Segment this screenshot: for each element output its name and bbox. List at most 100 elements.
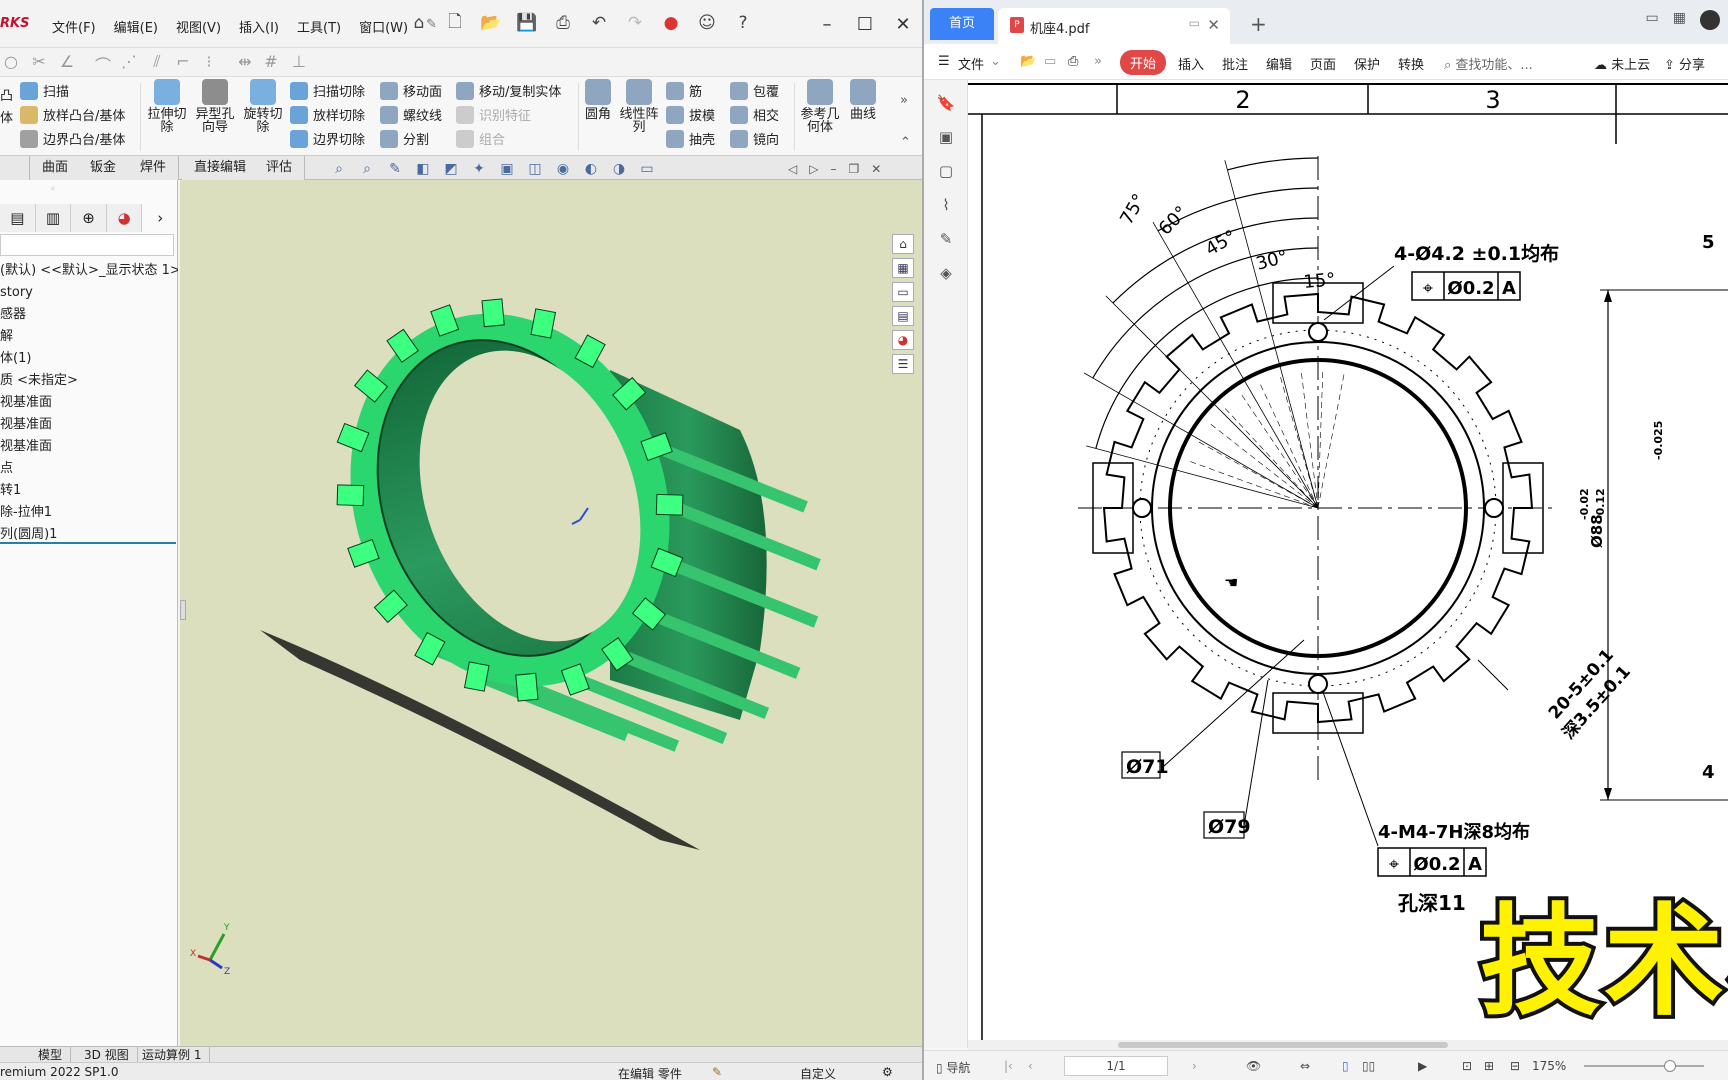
- menu-insert[interactable]: 插入(I): [239, 17, 279, 36]
- display-manager-tab-icon[interactable]: ◕: [106, 204, 143, 232]
- apply-scene-icon[interactable]: ◐: [582, 160, 600, 178]
- home-icon[interactable]: ⌂: [408, 12, 430, 34]
- move-face-button[interactable]: 移动面: [380, 81, 442, 100]
- avatar[interactable]: [1700, 10, 1720, 30]
- rebuild-icon[interactable]: ✎: [712, 1065, 722, 1079]
- tab-expand-icon[interactable]: ›: [142, 204, 178, 232]
- tree-item[interactable]: 视基准面: [0, 414, 178, 436]
- menu-hamburger-icon[interactable]: ☰: [938, 54, 950, 69]
- open-folder-icon[interactable]: 📂: [480, 12, 502, 34]
- zoom-handle[interactable]: [1664, 1060, 1676, 1072]
- resources-home-icon[interactable]: ⌂: [892, 234, 914, 254]
- property-manager-tab-icon[interactable]: ▥: [35, 204, 72, 232]
- combine-button[interactable]: 组合: [456, 129, 505, 148]
- edit-appearance-icon[interactable]: ◉: [554, 160, 572, 178]
- chevron-down-icon[interactable]: ⌄: [990, 54, 1001, 69]
- fillet-sketch-icon[interactable]: ⌒: [92, 52, 114, 75]
- maximize-icon[interactable]: ☐: [846, 10, 884, 38]
- tab-document[interactable]: P 机座4.pdf ▭ ✕: [998, 8, 1230, 44]
- tree-item[interactable]: 体(1): [0, 348, 178, 370]
- tree-item[interactable]: 质 <未指定>: [0, 370, 178, 392]
- line-icon[interactable]: ∠: [56, 52, 78, 72]
- prev-page-icon[interactable]: ‹: [1028, 1059, 1033, 1073]
- tab-sheet-metal[interactable]: 钣金: [78, 156, 130, 180]
- single-page-icon[interactable]: ▯: [1342, 1059, 1349, 1073]
- double-page-icon[interactable]: ▯▯: [1362, 1059, 1375, 1073]
- page-number-input[interactable]: 1/1: [1064, 1056, 1168, 1076]
- display-style-icon[interactable]: ▣: [498, 160, 516, 178]
- menu-annotate[interactable]: 批注: [1222, 54, 1248, 73]
- recognize-features-button[interactable]: 识别特征: [456, 105, 531, 124]
- wrap-button[interactable]: 包覆: [730, 81, 779, 100]
- viewport-close-icon[interactable]: ✕: [871, 162, 881, 176]
- convert-icon[interactable]: ⫽: [146, 52, 168, 72]
- linear-pattern-button[interactable]: 线性阵列: [616, 79, 662, 134]
- ribbon-collapse-icon[interactable]: ⌃: [900, 135, 911, 150]
- custom-properties-icon[interactable]: ☰: [892, 354, 914, 374]
- ribbon-overflow-icon[interactable]: »: [900, 93, 908, 108]
- tab-close-icon[interactable]: ✕: [1207, 16, 1220, 34]
- print-icon[interactable]: ⎙: [552, 12, 574, 34]
- file-explorer-icon[interactable]: ▭: [892, 282, 914, 302]
- ribbon-partial-2[interactable]: 体: [0, 107, 13, 126]
- tab-evaluate[interactable]: 评估: [254, 156, 306, 180]
- zoom-fit-icon[interactable]: ⌕: [330, 160, 348, 178]
- tab-direct-edit[interactable]: 直接编辑: [182, 156, 260, 180]
- layout-icon[interactable]: ▭: [1646, 10, 1659, 30]
- appearances-icon[interactable]: ◕: [892, 330, 914, 350]
- corner-icon[interactable]: ⌐: [172, 52, 194, 72]
- menu-page[interactable]: 页面: [1310, 54, 1336, 73]
- viewport-prev-icon[interactable]: ◁: [788, 162, 797, 176]
- comment-icon[interactable]: ▢: [936, 162, 956, 182]
- viewport-next-icon[interactable]: ▷: [809, 162, 818, 176]
- search-input[interactable]: ⌕ 查找功能、...: [1444, 54, 1533, 73]
- panel-splitter[interactable]: [180, 600, 186, 620]
- user-icon[interactable]: ☺: [696, 12, 718, 34]
- eye-icon[interactable]: 👁: [1246, 1059, 1261, 1073]
- scroll-thumb[interactable]: [1118, 1042, 1448, 1048]
- rollback-bar[interactable]: [0, 542, 176, 544]
- nav-button[interactable]: ▯ 导航: [936, 1059, 970, 1076]
- tree-item[interactable]: 转1: [0, 480, 178, 502]
- shell-button[interactable]: 抽壳: [666, 129, 715, 148]
- menu-edit[interactable]: 编辑(E): [114, 17, 158, 36]
- relation-icon[interactable]: ⊥: [288, 52, 310, 72]
- panel-grip[interactable]: ◦: [50, 184, 56, 195]
- tab-features[interactable]: [0, 156, 30, 180]
- intersect-button[interactable]: 相交: [730, 105, 779, 124]
- tree-item[interactable]: 除-拉伸1: [0, 502, 178, 524]
- tree-item[interactable]: 感器: [0, 304, 178, 326]
- menu-window[interactable]: 窗口(W): [359, 17, 408, 36]
- units-select[interactable]: 自定义: [800, 1065, 836, 1080]
- status-settings-icon[interactable]: ⚙: [882, 1065, 893, 1079]
- menu-file[interactable]: 文件(F): [52, 17, 96, 36]
- signature-icon[interactable]: ✎: [936, 230, 956, 250]
- viewport-minimize-icon[interactable]: –: [830, 162, 836, 176]
- sweep-cut-button[interactable]: 扫描切除: [290, 81, 365, 100]
- zoom-level[interactable]: 175%: [1532, 1059, 1566, 1073]
- menu-insert[interactable]: 插入: [1178, 54, 1204, 73]
- design-library-icon[interactable]: ▦: [892, 258, 914, 278]
- hide-show-icon[interactable]: ◫: [526, 160, 544, 178]
- sweep-button[interactable]: 扫描: [20, 81, 69, 100]
- tab-model[interactable]: 模型: [30, 1047, 72, 1063]
- menu-start[interactable]: 开始: [1120, 50, 1167, 75]
- tab-3d-view[interactable]: 3D 视图: [76, 1047, 138, 1063]
- tree-item[interactable]: (默认) <<默认>_显示状态 1>: [0, 260, 178, 282]
- previous-view-icon[interactable]: ✎: [386, 160, 404, 178]
- open-icon[interactable]: 📂: [1020, 54, 1036, 69]
- menu-convert[interactable]: 转换: [1398, 54, 1424, 73]
- menu-tools[interactable]: 工具(T): [297, 17, 341, 36]
- undo-icon[interactable]: ↶: [588, 12, 610, 34]
- graphics-area[interactable]: Y X Z ⌂ ▦ ▭ ▤ ◕ ☰: [180, 180, 922, 1046]
- menu-view[interactable]: 视图(V): [176, 17, 221, 36]
- grid-icon[interactable]: #: [260, 52, 282, 72]
- apps-grid-icon[interactable]: ▦: [1673, 10, 1686, 30]
- circle-icon[interactable]: ○: [0, 52, 22, 72]
- display-pane-icon[interactable]: ▭: [638, 160, 656, 178]
- zoom-slider[interactable]: [1584, 1060, 1704, 1072]
- revolve-cut-button[interactable]: 旋转切除: [240, 79, 286, 134]
- print-icon[interactable]: ⎙: [1068, 54, 1078, 69]
- tree-filter-input[interactable]: [0, 234, 174, 256]
- new-document-icon[interactable]: 🗋: [444, 12, 466, 34]
